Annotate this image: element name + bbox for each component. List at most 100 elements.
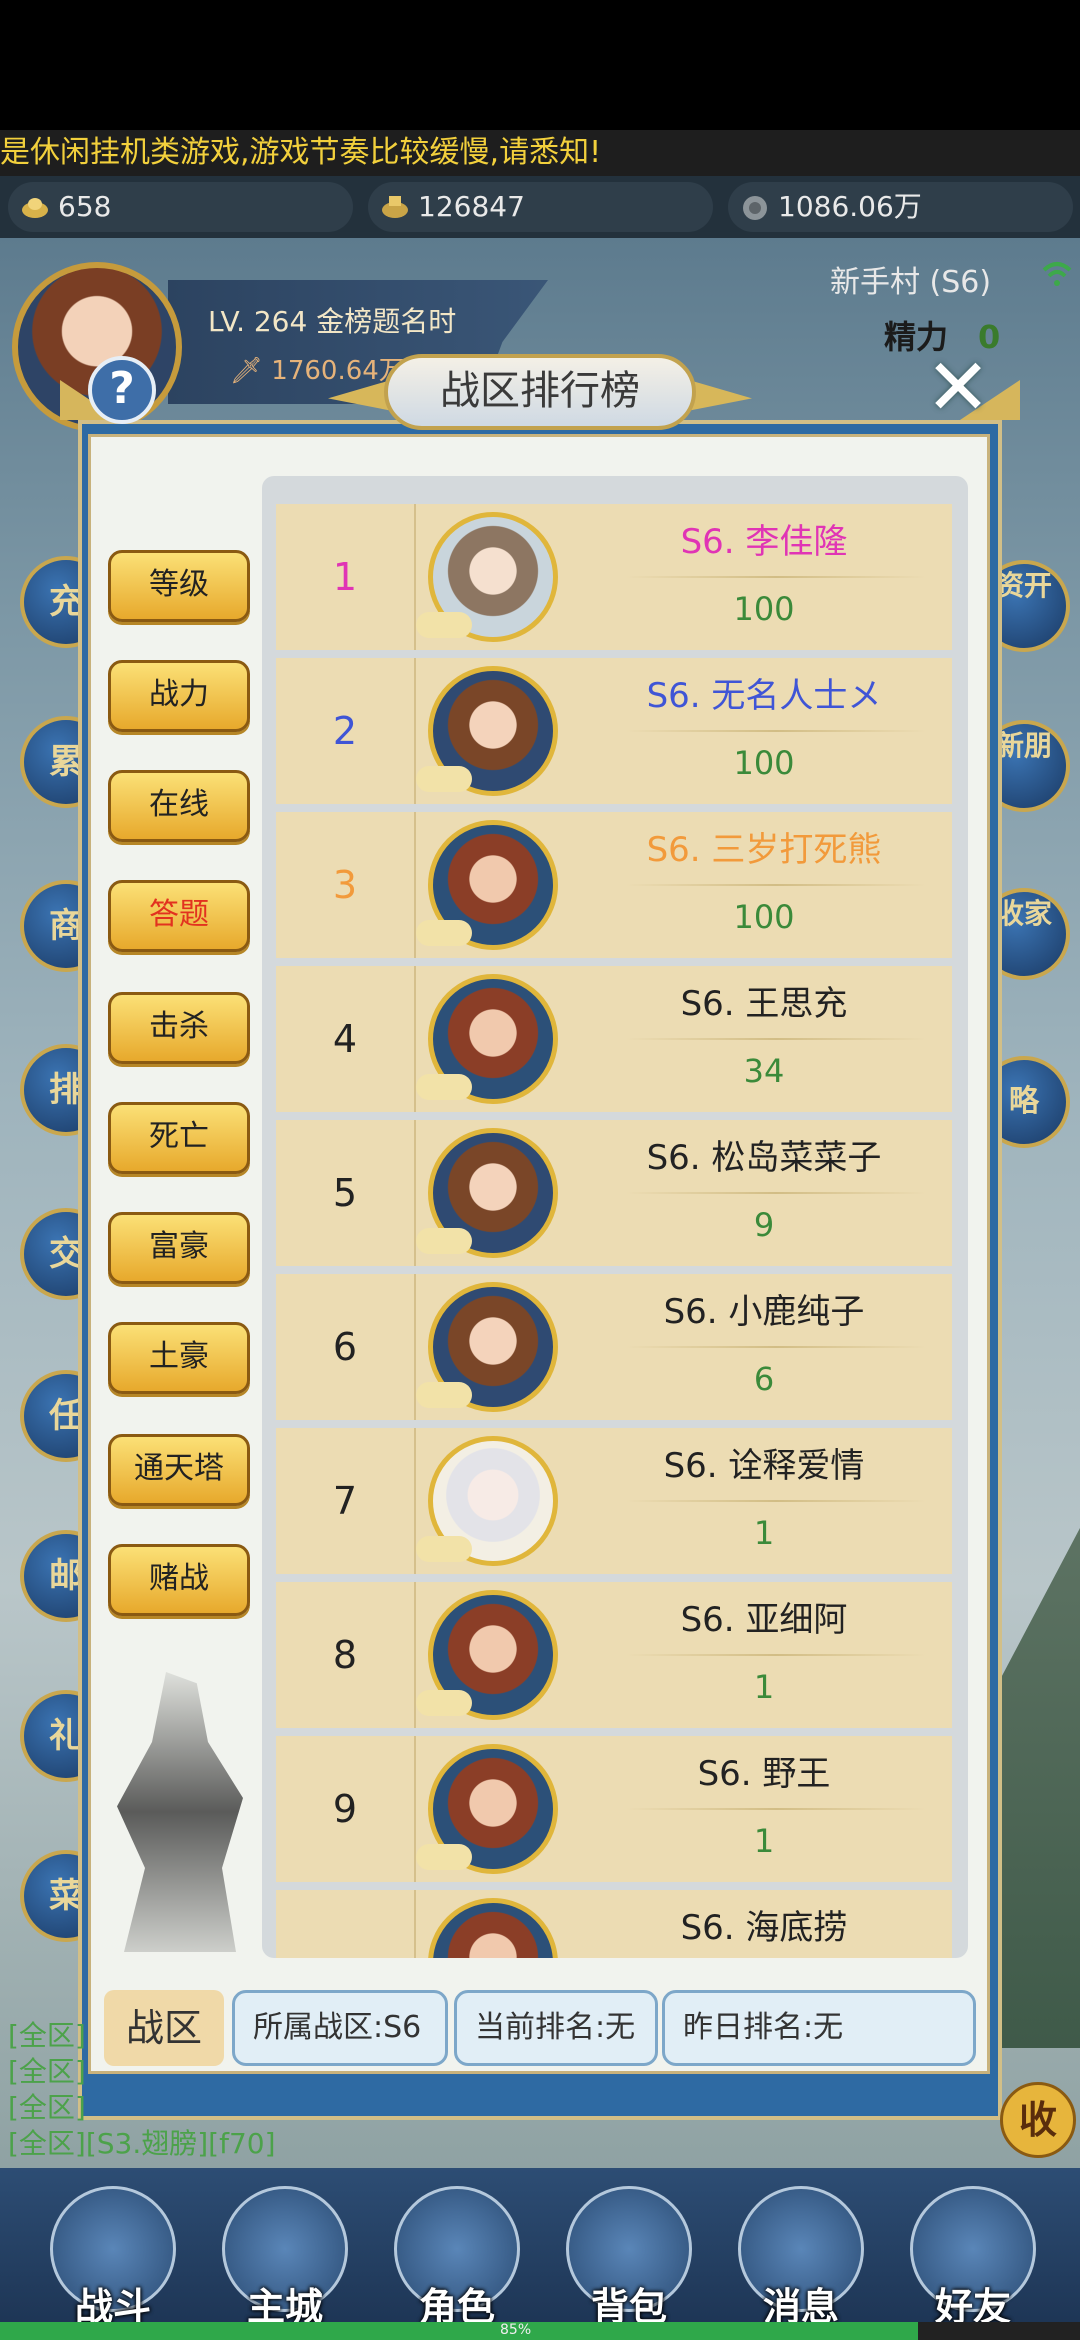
divider	[626, 1038, 926, 1040]
loading-bar	[0, 2322, 1080, 2340]
category-power[interactable]: 战力	[108, 660, 250, 732]
cloud-ornament	[416, 766, 472, 792]
divider	[626, 1346, 926, 1348]
ranking-row[interactable]: 5 S6. 松岛菜菜子 9	[276, 1120, 952, 1266]
player-score: 34	[743, 1052, 785, 1090]
nav-friends[interactable]: 好友	[900, 2180, 1050, 2330]
current-rank: 当前排名:无	[454, 1990, 658, 2066]
rank-number: 6	[276, 1274, 416, 1420]
player-name: S6. 小鹿纯子	[663, 1292, 865, 1332]
help-button[interactable]: ?	[88, 356, 156, 424]
cloud-ornament	[416, 1536, 472, 1562]
player-score: 1	[753, 1668, 775, 1706]
loading-fill	[0, 2322, 918, 2340]
rank-number: 5	[276, 1120, 416, 1266]
region-label: 新手村 (S6)	[830, 265, 992, 300]
category-online[interactable]: 在线	[108, 770, 250, 842]
coin-value: 1086.06万	[778, 190, 922, 223]
chat-line: [全区]	[8, 2091, 86, 2124]
loading-label: 85%	[500, 2322, 532, 2338]
status-bar	[0, 0, 1080, 130]
ranking-list[interactable]: 1 S6. 李佳隆 100 2 S6. 无名人士メ 100 3 S6. 三岁打死…	[262, 476, 968, 1958]
nav-bag[interactable]: 背包	[556, 2180, 706, 2330]
player-name: S6. 诠释爱情	[663, 1446, 865, 1486]
category-tower[interactable]: 通天塔	[108, 1434, 250, 1506]
ranking-row[interactable]: 8 S6. 亚细阿 1	[276, 1582, 952, 1728]
player-score: 100	[733, 744, 795, 782]
category-rich[interactable]: 富豪	[108, 1212, 250, 1284]
divider	[626, 730, 926, 732]
divider	[626, 884, 926, 886]
gold-ingot-icon	[22, 198, 48, 218]
signal-icon	[1042, 262, 1072, 286]
silver-ingot-icon	[382, 196, 408, 218]
cloud-ornament	[416, 1074, 472, 1100]
player-avatar-icon	[428, 1898, 558, 1958]
category-tycoon[interactable]: 土豪	[108, 1322, 250, 1394]
player-name: S6. 野王	[697, 1754, 831, 1794]
cloud-ornament	[416, 612, 472, 638]
player-name: S6. 亚细阿	[680, 1600, 848, 1640]
chat-line: [全区]	[8, 2055, 86, 2088]
player-score: 6	[753, 1360, 775, 1398]
nav-city[interactable]: 主城	[212, 2180, 362, 2330]
cloud-ornament	[416, 1228, 472, 1254]
game-screen: { "marquee": "是休闲挂机类游戏,游戏节奏比较缓慢,请悉知!", "…	[0, 0, 1080, 2340]
yesterday-rank: 昨日排名:无	[662, 1990, 976, 2066]
coin-resource[interactable]: 1086.06万	[728, 182, 1073, 232]
cloud-ornament	[416, 920, 472, 946]
player-power: 🗡 1760.64万	[230, 356, 405, 386]
ranking-row[interactable]: S6. 海底捞	[276, 1890, 952, 1958]
ranking-row[interactable]: 4 S6. 王思充 34	[276, 966, 952, 1112]
dialog-title: 战区排行榜	[384, 354, 696, 430]
close-button[interactable]: ✕	[918, 349, 998, 430]
rank-number: 8	[276, 1582, 416, 1728]
ranking-row[interactable]: 7 S6. 诠释爱情 1	[276, 1428, 952, 1574]
ranking-row[interactable]: 9 S6. 野王 1	[276, 1736, 952, 1882]
rank-number: 7	[276, 1428, 416, 1574]
player-name: S6. 海底捞	[680, 1908, 848, 1948]
cloud-ornament	[416, 1690, 472, 1716]
category-level[interactable]: 等级	[108, 550, 250, 622]
ranking-row[interactable]: 6 S6. 小鹿纯子 6	[276, 1274, 952, 1420]
silver-value: 126847	[418, 190, 525, 223]
player-name: S6. 李佳隆	[680, 522, 848, 562]
category-kills[interactable]: 击杀	[108, 992, 250, 1064]
chat-line: [全区][S3.翅膀][f70]	[8, 2127, 276, 2160]
nav-battle[interactable]: 战斗	[40, 2180, 190, 2330]
ranking-row[interactable]: 1 S6. 李佳隆 100	[276, 504, 952, 650]
player-name: S6. 王思充	[680, 984, 848, 1024]
gold-value: 658	[58, 190, 112, 223]
category-deaths[interactable]: 死亡	[108, 1102, 250, 1174]
nav-character[interactable]: 角色	[384, 2180, 534, 2330]
rank-number: 4	[276, 966, 416, 1112]
chat-line: [全区]	[8, 2019, 86, 2052]
rank-number: 9	[276, 1736, 416, 1882]
divider	[626, 576, 926, 578]
rank-number	[276, 1890, 416, 1958]
player-score: 100	[733, 898, 795, 936]
player-score: 9	[753, 1206, 775, 1244]
close-icon: ✕	[925, 343, 991, 433]
divider	[626, 1500, 926, 1502]
coin-pouch-icon	[743, 196, 767, 220]
gold-resource[interactable]: 658	[8, 182, 353, 232]
category-gamble[interactable]: 赌战	[108, 1544, 250, 1616]
resource-bar: 658 126847 1086.06万	[0, 176, 1080, 238]
ranking-row[interactable]: 3 S6. 三岁打死熊 100	[276, 812, 952, 958]
collapse-button[interactable]: 收	[1000, 2082, 1076, 2158]
player-score: 100	[733, 590, 795, 628]
nav-messages[interactable]: 消息	[728, 2180, 878, 2330]
player-name: S6. 松岛菜菜子	[646, 1138, 882, 1178]
divider	[626, 1192, 926, 1194]
rank-number: 3	[276, 812, 416, 958]
silver-resource[interactable]: 126847	[368, 182, 713, 232]
announcement-marquee: 是休闲挂机类游戏,游戏节奏比较缓慢,请悉知!	[0, 130, 1080, 176]
chat-log[interactable]: [全区] [全区] [全区] [全区][S3.翅膀][f70]	[8, 2018, 276, 2162]
player-score: 1	[753, 1514, 775, 1552]
ranking-row[interactable]: 2 S6. 无名人士メ 100	[276, 658, 952, 804]
category-quiz[interactable]: 答题	[108, 880, 250, 952]
cloud-ornament	[416, 1382, 472, 1408]
rank-number: 1	[276, 504, 416, 650]
cloud-ornament	[416, 1844, 472, 1870]
